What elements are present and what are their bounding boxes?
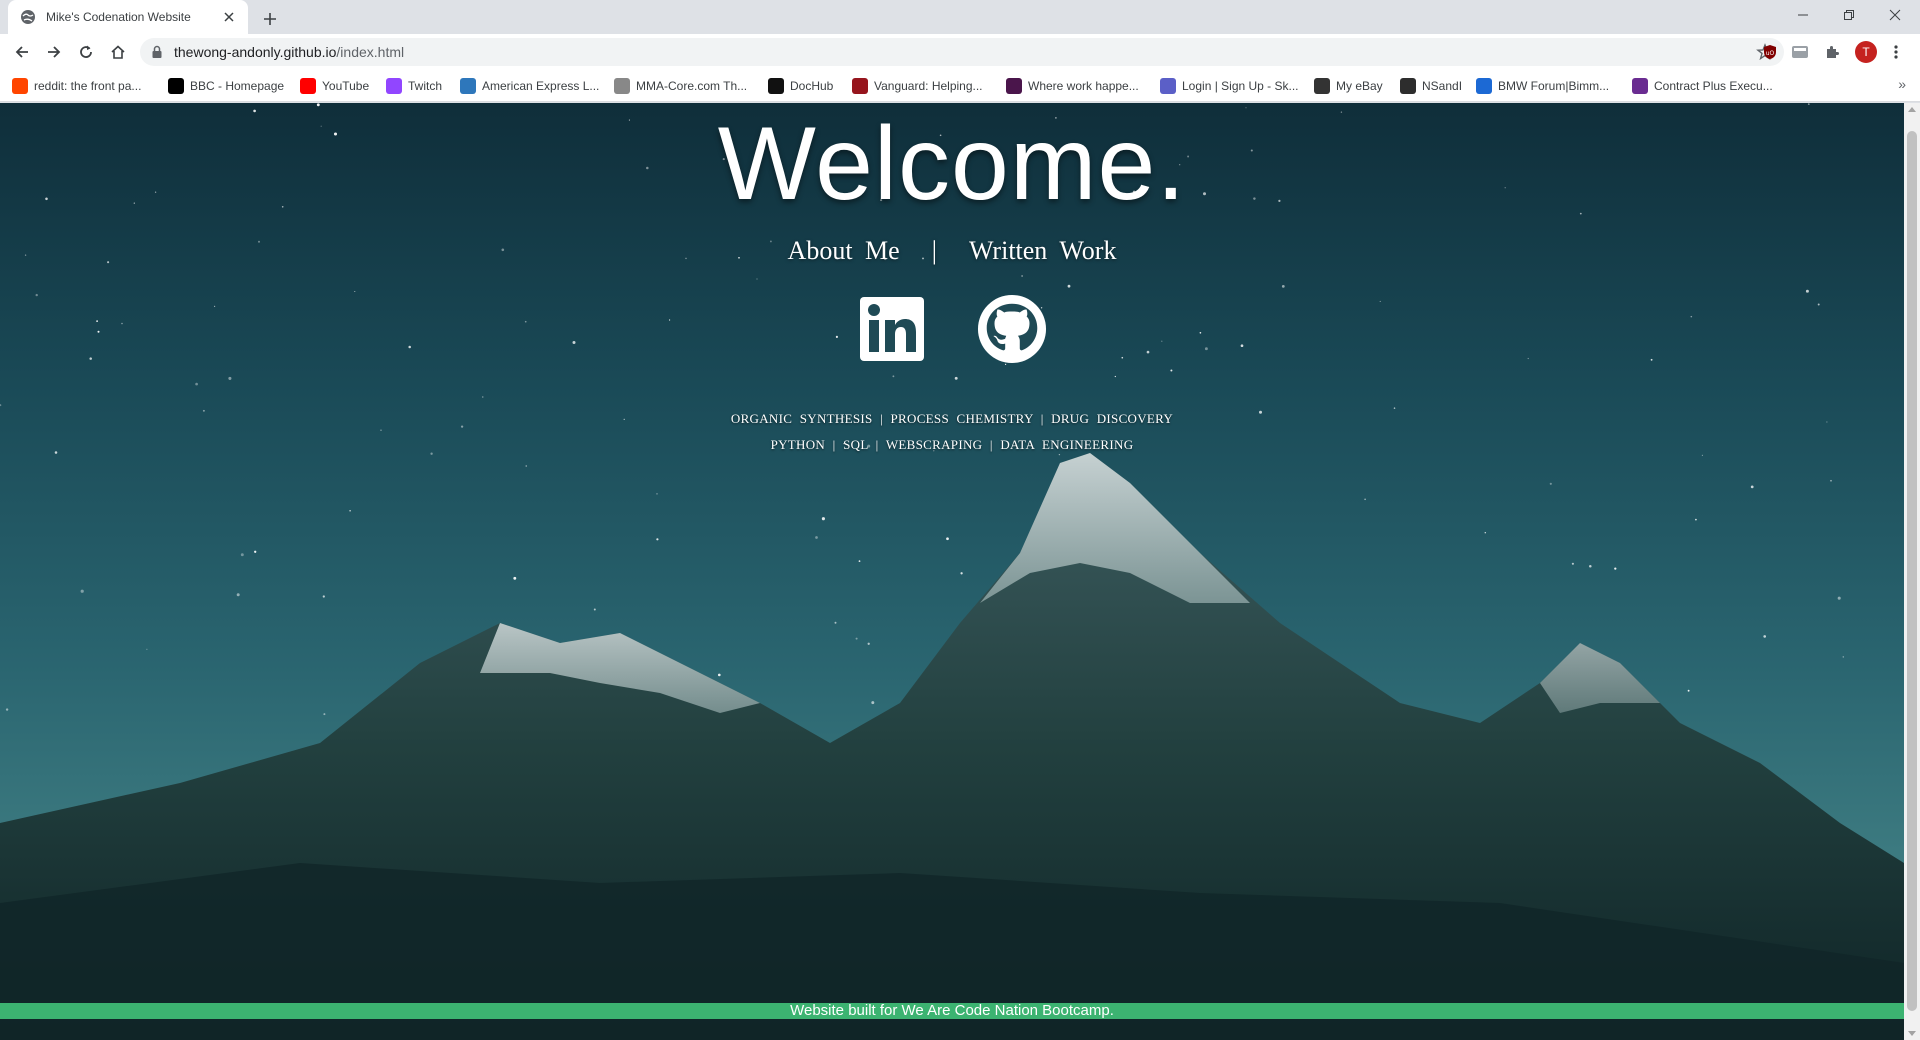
bookmark-label: Where work happe...	[1028, 79, 1139, 93]
more-bookmarks-icon[interactable]: »	[1898, 76, 1906, 92]
bookmark-item[interactable]: BBC - Homepage	[168, 77, 284, 95]
main-nav: About Me | Written Work	[0, 236, 1904, 266]
url-text: thewong-andonly.github.io/index.html	[174, 44, 404, 60]
bookmark-item[interactable]: Vanguard: Helping...	[852, 77, 983, 95]
vanguard-icon	[852, 78, 868, 94]
restore-button[interactable]	[1826, 0, 1872, 30]
ebay-icon	[1314, 78, 1330, 94]
address-bar[interactable]: thewong-andonly.github.io/index.html	[140, 38, 1784, 66]
bimmerpost-icon	[1476, 78, 1492, 94]
tab-strip: Mike's Codenation Website	[0, 0, 1920, 34]
bookmark-item[interactable]: Contract Plus Execu...	[1632, 77, 1773, 95]
written-work-link[interactable]: Written Work	[969, 236, 1117, 266]
reload-button[interactable]	[72, 38, 100, 66]
bookmark-label: BBC - Homepage	[190, 79, 285, 93]
linkedin-icon[interactable]	[857, 293, 927, 365]
new-tab-button[interactable]	[258, 7, 282, 31]
forward-button[interactable]	[40, 38, 68, 66]
url-path: /index.html	[336, 44, 405, 60]
profile-avatar[interactable]: T	[1855, 41, 1877, 63]
bookmark-item[interactable]: NSandI	[1400, 77, 1462, 95]
extension-icon[interactable]	[1790, 42, 1810, 62]
github-icon[interactable]	[977, 293, 1047, 365]
bookmark-item[interactable]: DocHub	[768, 77, 833, 95]
bookmark-item[interactable]: Login | Sign Up - Sk...	[1160, 77, 1299, 95]
scroll-up-icon[interactable]	[1908, 107, 1916, 112]
contract-plus-icon	[1632, 78, 1648, 94]
url-host: thewong-andonly.github.io	[174, 44, 337, 60]
bookmark-label: reddit: the front pa...	[34, 79, 142, 93]
bookmark-label: BMW Forum|Bimm...	[1498, 79, 1610, 93]
tab-title: Mike's Codenation Website	[46, 10, 191, 24]
bookmark-item[interactable]: YouTube	[300, 77, 369, 95]
bbc-icon	[168, 78, 184, 94]
dochub-icon	[768, 78, 784, 94]
bookmark-item[interactable]: Twitch	[386, 77, 442, 95]
home-button[interactable]	[104, 38, 132, 66]
bookmark-item[interactable]: reddit: the front pa...	[12, 77, 141, 95]
scrollbar-thumb[interactable]	[1907, 131, 1917, 1011]
youtube-icon	[300, 78, 316, 94]
bookmark-item[interactable]: MMA-Core.com Th...	[614, 77, 747, 95]
bookmark-item[interactable]: My eBay	[1314, 77, 1383, 95]
browser-tab[interactable]: Mike's Codenation Website	[8, 0, 248, 34]
menu-kebab-icon[interactable]	[1886, 42, 1906, 62]
about-me-link[interactable]: About Me	[788, 236, 900, 266]
bookmark-label: My eBay	[1336, 79, 1383, 93]
bookmark-label: DocHub	[790, 79, 834, 93]
bookmark-label: Login | Sign Up - Sk...	[1182, 79, 1299, 93]
close-window-button[interactable]	[1872, 0, 1918, 30]
bookmark-item[interactable]: BMW Forum|Bimm...	[1476, 77, 1609, 95]
amex-icon	[460, 78, 476, 94]
minimize-button[interactable]	[1780, 0, 1826, 30]
skills-line-chemistry: ORGANIC SYNTHESIS | PROCESS CHEMISTRY | …	[730, 411, 1174, 426]
bookmark-label: Contract Plus Execu...	[1654, 79, 1773, 93]
bookmark-label: NSandI	[1422, 79, 1463, 93]
bookmark-label: Vanguard: Helping...	[874, 79, 983, 93]
nsandi-icon	[1400, 78, 1416, 94]
reddit-icon	[12, 78, 28, 94]
mma-core-icon	[614, 78, 630, 94]
page-viewport: Welcome. About Me | Written Work ORGANIC…	[0, 103, 1904, 1040]
page-scrollbar[interactable]	[1904, 103, 1920, 1040]
back-button[interactable]	[8, 38, 36, 66]
globe-icon	[20, 9, 36, 25]
skills-line-data: PYTHON | SQL | WEBSCRAPING | DATA ENGINE…	[770, 437, 1134, 452]
ublock-extension-icon[interactable]: uO	[1760, 42, 1780, 62]
svg-text:uO: uO	[1766, 50, 1775, 57]
bookmark-label: YouTube	[322, 79, 370, 93]
bookmark-item[interactable]: American Express L...	[460, 77, 599, 95]
slack-icon	[1006, 78, 1022, 94]
nav-separator: |	[931, 236, 937, 265]
scroll-down-icon[interactable]	[1908, 1031, 1916, 1036]
skype-icon	[1160, 78, 1176, 94]
bookmark-label: American Express L...	[482, 79, 600, 93]
bookmark-item[interactable]: Where work happe...	[1006, 77, 1139, 95]
bookmark-label: MMA-Core.com Th...	[636, 79, 748, 93]
footer-banner: Website built for We Are Code Nation Boo…	[0, 1003, 1904, 1019]
lock-icon	[150, 45, 164, 59]
bookmark-label: Twitch	[408, 79, 443, 93]
social-links	[0, 293, 1904, 365]
page-title: Welcome.	[717, 106, 1187, 222]
extensions-puzzle-icon[interactable]	[1822, 42, 1842, 62]
twitch-icon	[386, 78, 402, 94]
close-tab-icon[interactable]	[220, 8, 238, 26]
browser-toolbar: thewong-andonly.github.io/index.html uO …	[0, 34, 1920, 70]
bookmarks-bar: » reddit: the front pa... BBC - Homepage Y…	[0, 70, 1920, 102]
